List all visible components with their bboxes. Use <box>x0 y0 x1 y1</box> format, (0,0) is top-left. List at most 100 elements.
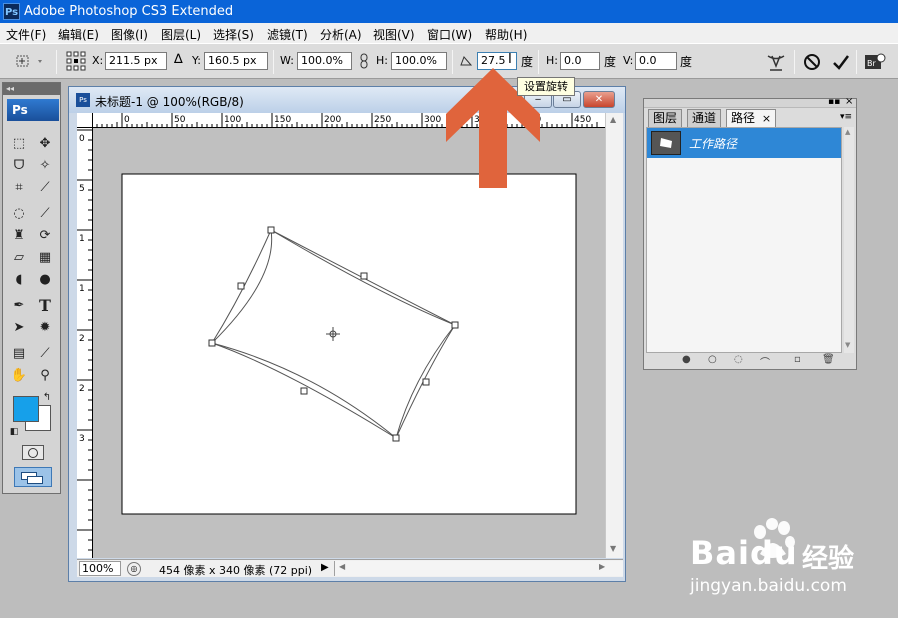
zoom-field[interactable]: 100% <box>79 561 121 576</box>
x-field[interactable]: 211.5 px <box>105 52 167 70</box>
width-field[interactable]: 100.0% <box>297 52 352 70</box>
zoom-tool-icon[interactable]: ⚲ <box>35 367 55 385</box>
blur-tool-icon[interactable]: ◖ <box>9 271 29 289</box>
reference-point-icon[interactable] <box>66 51 86 71</box>
foreground-color-swatch-top[interactable] <box>13 396 39 422</box>
height-field[interactable]: 100.0% <box>391 52 447 70</box>
scroll-down-arrow-icon[interactable]: ▼ <box>845 341 850 349</box>
panel-scrollbar[interactable]: ▲ ▼ <box>844 127 854 353</box>
scroll-right-arrow-icon[interactable]: ▶ <box>599 562 605 571</box>
separator <box>856 50 857 74</box>
healing-brush-tool-icon[interactable]: ◌ <box>9 205 29 223</box>
tab-close-icon[interactable]: × <box>762 112 771 125</box>
load-selection-icon[interactable]: ◌ <box>734 354 743 365</box>
y-label: Y: <box>192 54 201 67</box>
link-chain-icon[interactable] <box>359 53 369 69</box>
pen-tool-icon[interactable]: ✒ <box>9 297 29 315</box>
ruler-label: 150 <box>274 115 291 125</box>
h-skew-field[interactable]: 0.0 <box>560 52 600 70</box>
default-colors-icon[interactable]: ◧ <box>9 423 19 441</box>
tab-paths[interactable]: 路径 × <box>726 109 777 127</box>
path-thumbnail <box>651 131 681 155</box>
eyedropper-tool-icon[interactable]: ⟋ <box>35 345 55 363</box>
status-menu-arrow-icon[interactable]: ▶ <box>321 562 329 573</box>
canvas-svg[interactable] <box>93 128 605 558</box>
vertical-ruler[interactable]: 0 5 1 1 2 2 3 <box>77 128 93 558</box>
path-selection-tool-icon[interactable]: ➤ <box>9 319 29 337</box>
new-path-icon[interactable]: ▫ <box>794 354 801 365</box>
baidu-url: jingyan.baidu.com <box>690 576 847 596</box>
menu-layer[interactable]: 图层(L) <box>161 26 201 43</box>
marquee-tool-icon[interactable]: ⬚ <box>9 135 29 153</box>
document-window: Ps 未标题-1 @ 100%(RGB/8) ‒ ▭ ✕ 0 50 100 15… <box>68 86 626 582</box>
brush-tool-icon[interactable]: ⟋ <box>35 205 55 223</box>
scroll-down-arrow-icon[interactable]: ▼ <box>610 544 616 553</box>
delta-icon: ∆ <box>174 52 183 67</box>
panel-close-icon[interactable]: × <box>845 96 853 107</box>
horizontal-scrollbar[interactable]: ◀ ▶ <box>334 561 623 576</box>
delete-path-icon[interactable]: 🗑 <box>822 354 835 365</box>
menu-select[interactable]: 选择(S) <box>213 26 254 43</box>
canvas[interactable] <box>121 173 577 515</box>
clone-stamp-tool-icon[interactable]: ♜ <box>9 227 29 245</box>
magic-wand-tool-icon[interactable]: ✧ <box>35 157 55 175</box>
text-cursor-icon: I <box>508 52 512 67</box>
path-name: 工作路径 <box>689 137 738 151</box>
panel-header[interactable]: ▪▪ × <box>644 96 856 108</box>
menu-file[interactable]: 文件(F) <box>6 26 46 43</box>
tab-channels[interactable]: 通道 <box>687 109 722 127</box>
menu-image[interactable]: 图像(I) <box>111 26 148 43</box>
lasso-tool-icon[interactable]: ᗜ <box>9 157 29 175</box>
path-row-work-path[interactable]: 工作路径 <box>647 128 841 158</box>
menu-view[interactable]: 视图(V) <box>373 26 415 43</box>
status-icon[interactable]: ◎ <box>127 562 141 576</box>
bridge-icon[interactable]: Br <box>864 51 888 73</box>
menu-help[interactable]: 帮助(H) <box>485 26 527 43</box>
close-button[interactable]: ✕ <box>583 91 615 108</box>
scroll-left-arrow-icon[interactable]: ◀ <box>339 562 345 571</box>
y-field[interactable]: 160.5 px <box>204 52 268 70</box>
separator <box>794 50 795 74</box>
gradient-tool-icon[interactable]: ▦ <box>35 249 55 267</box>
paths-panel: ▪▪ × 图层 通道 路径 × ▾≡ 工作路径 ▲ ▼ ● ○ ◌ ⌒ ▫ 🗑 <box>643 96 857 370</box>
type-tool-icon[interactable]: T <box>35 297 55 315</box>
menu-filter[interactable]: 滤镜(T) <box>267 26 308 43</box>
v-skew-field[interactable]: 0.0 <box>635 52 677 70</box>
stroke-path-icon[interactable]: ○ <box>708 354 717 365</box>
menu-edit[interactable]: 编辑(E) <box>58 26 99 43</box>
panel-collapse-icon[interactable]: ▪▪ <box>828 97 840 107</box>
scroll-up-arrow-icon[interactable]: ▲ <box>845 128 850 136</box>
eraser-tool-icon[interactable]: ▱ <box>9 249 29 267</box>
ruler-label: 200 <box>324 115 341 125</box>
notes-tool-icon[interactable]: ▤ <box>9 345 29 363</box>
crop-tool-icon[interactable]: ⌗ <box>9 179 29 197</box>
cancel-transform-icon[interactable] <box>803 53 821 71</box>
fill-path-icon[interactable]: ● <box>682 354 691 365</box>
commit-transform-icon[interactable] <box>832 53 850 71</box>
warp-mode-icon[interactable] <box>766 52 786 72</box>
vertical-scrollbar[interactable]: ▲ ▼ <box>605 113 623 558</box>
make-work-path-icon[interactable]: ⌒ <box>760 354 770 369</box>
move-tool-icon[interactable]: ✥ <box>35 135 55 153</box>
quick-mask-button[interactable] <box>22 445 44 460</box>
panel-menu-icon[interactable]: ▾≡ <box>840 112 852 122</box>
dodge-tool-icon[interactable]: ● <box>35 271 55 289</box>
ruler-label: 2 <box>79 384 85 394</box>
menu-window[interactable]: 窗口(W) <box>427 26 472 43</box>
scroll-up-arrow-icon[interactable]: ▲ <box>610 115 616 124</box>
ruler-origin[interactable] <box>77 113 93 128</box>
history-brush-tool-icon[interactable]: ⟳ <box>35 227 55 245</box>
hand-tool-icon[interactable]: ✋ <box>9 367 29 385</box>
rotation-tooltip: 设置旋转 <box>517 77 575 96</box>
menu-analysis[interactable]: 分析(A) <box>320 26 362 43</box>
transform-tool-icon[interactable] <box>14 52 46 70</box>
toolbox-collapse-handle[interactable]: ◂◂ <box>3 83 60 95</box>
canvas-area[interactable] <box>93 128 605 558</box>
slice-tool-icon[interactable]: ⟋ <box>35 179 55 197</box>
swap-colors-icon[interactable]: ↰ <box>41 389 53 407</box>
screen-mode-button[interactable] <box>14 467 52 487</box>
tab-layers[interactable]: 图层 <box>648 109 683 127</box>
custom-shape-tool-icon[interactable]: ✹ <box>35 319 55 337</box>
separator <box>273 50 274 74</box>
app-titlebar: Ps Adobe Photoshop CS3 Extended <box>0 0 898 23</box>
